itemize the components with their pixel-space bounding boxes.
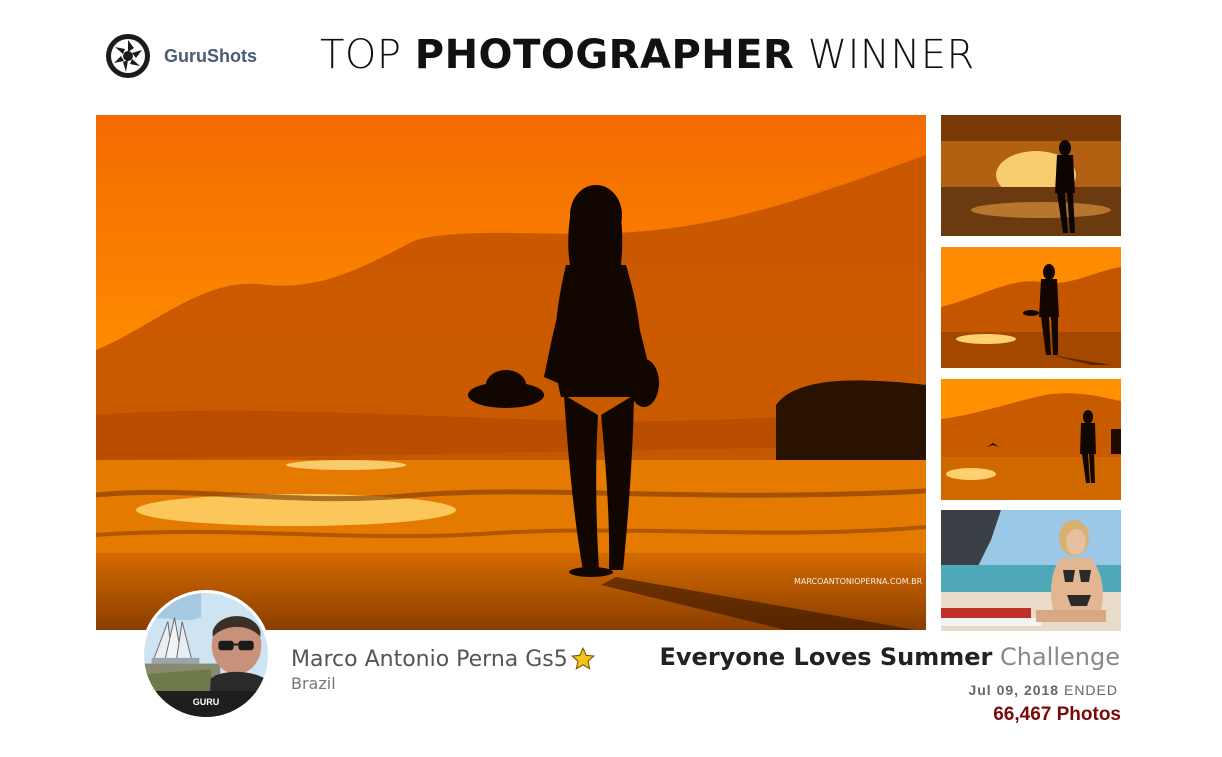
challenge-status: ENDED bbox=[1059, 682, 1118, 698]
challenge-suffix: Challenge bbox=[992, 643, 1120, 671]
winner-country: Brazil bbox=[291, 674, 336, 693]
challenge-date: Jul 09, 2018 ENDED bbox=[968, 682, 1118, 698]
title-part2: WINNER bbox=[794, 32, 975, 78]
gurushots-logo[interactable]: GuruShots bbox=[104, 32, 257, 80]
photo-count: 66,467 Photos bbox=[993, 704, 1121, 725]
page-title: TOP PHOTOGRAPHER WINNER bbox=[320, 32, 975, 78]
guru-badge: GURU bbox=[144, 691, 268, 717]
title-bold: PHOTOGRAPHER bbox=[414, 32, 795, 78]
challenge-end-date: Jul 09, 2018 bbox=[968, 682, 1060, 698]
thumbnail-photo-3[interactable] bbox=[941, 379, 1121, 500]
thumbnail-photo-2[interactable] bbox=[941, 247, 1121, 368]
winner-name-text: Marco Antonio Perna Gs5 bbox=[291, 646, 568, 672]
photo-watermark: MARCOANTONIOPERNA.COM.BR bbox=[794, 577, 923, 586]
winning-photo[interactable]: MARCOANTONIOPERNA.COM.BR bbox=[96, 115, 926, 630]
winner-name[interactable]: Marco Antonio Perna Gs5 bbox=[291, 646, 596, 672]
star-icon bbox=[570, 646, 595, 670]
thumbnail-photo-1[interactable] bbox=[941, 115, 1121, 236]
aperture-icon bbox=[106, 34, 150, 78]
challenge-name: Everyone Loves Summer bbox=[659, 643, 993, 671]
challenge-title[interactable]: Everyone Loves Summer Challenge bbox=[660, 643, 1120, 671]
title-part1: TOP bbox=[320, 32, 415, 78]
brand-name: GuruShots bbox=[164, 45, 257, 66]
winner-avatar[interactable]: GURU bbox=[141, 590, 271, 720]
thumbnail-photo-4[interactable] bbox=[941, 510, 1121, 631]
